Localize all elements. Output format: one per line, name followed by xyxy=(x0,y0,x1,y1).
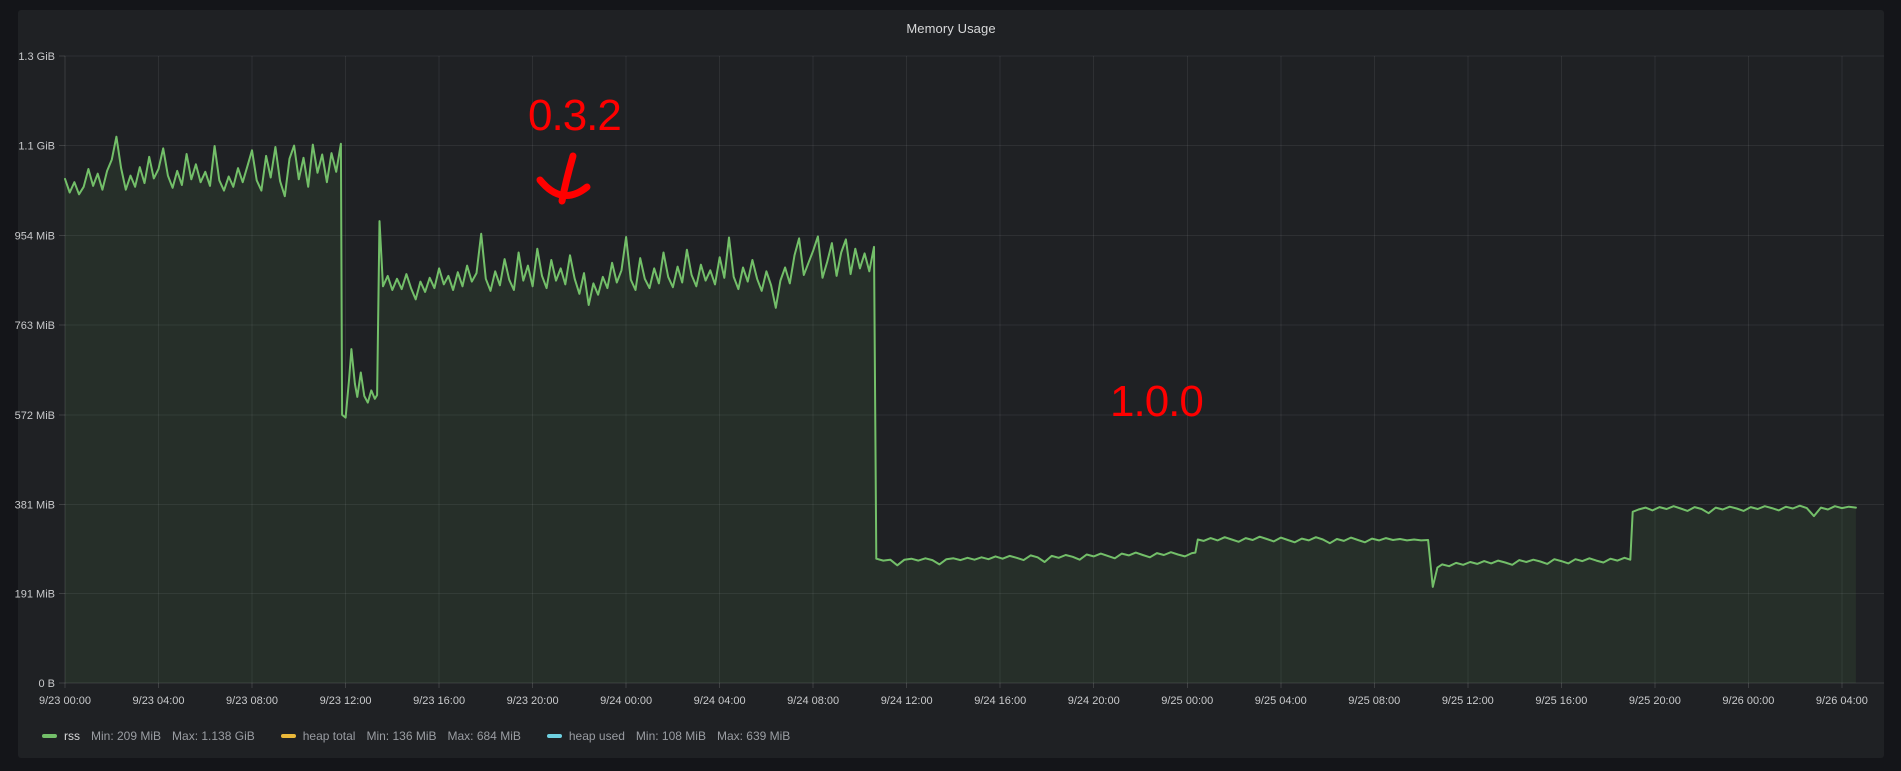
x-axis-label: 9/26 00:00 xyxy=(1722,695,1774,707)
annotation-0-3-2: 0.3.2 xyxy=(528,94,621,138)
memory-usage-chart[interactable]: 0 B 191 MiB 381 MiB 572 MiB 763 MiB 954 MiB 1.… xyxy=(0,0,1901,771)
y-axis-label: 1.3 GiB xyxy=(18,51,55,63)
x-axis-label: 9/23 20:00 xyxy=(507,695,559,707)
x-axis-label: 9/25 08:00 xyxy=(1348,695,1400,707)
y-axis-label: 1.1 GiB xyxy=(18,141,55,153)
x-axis-label: 9/25 04:00 xyxy=(1255,695,1307,707)
x-axis-label: 9/25 20:00 xyxy=(1629,695,1681,707)
y-axis-label: 0 B xyxy=(38,678,55,690)
x-axis-label: 9/24 00:00 xyxy=(600,695,652,707)
y-axis-label: 381 MiB xyxy=(15,499,55,511)
x-axis-label: 9/26 04:00 xyxy=(1816,695,1868,707)
x-axis-label: 9/24 04:00 xyxy=(694,695,746,707)
x-axis-label: 9/23 12:00 xyxy=(320,695,372,707)
x-axis-label: 9/24 12:00 xyxy=(881,695,933,707)
x-axis-label: 9/25 00:00 xyxy=(1161,695,1213,707)
x-axis-label: 9/24 20:00 xyxy=(1068,695,1120,707)
y-axis-label: 572 MiB xyxy=(15,410,55,422)
x-axis-label: 9/23 04:00 xyxy=(133,695,185,707)
x-axis-label: 9/24 16:00 xyxy=(974,695,1026,707)
x-axis-label: 9/23 16:00 xyxy=(413,695,465,707)
x-axis-label: 9/23 08:00 xyxy=(226,695,278,707)
x-axis-label: 9/23 00:00 xyxy=(39,695,91,707)
x-axis-label: 9/25 16:00 xyxy=(1535,695,1587,707)
x-axis-label: 9/25 12:00 xyxy=(1442,695,1494,707)
y-axis-label: 191 MiB xyxy=(15,588,55,600)
annotation-1-0-0: 1.0.0 xyxy=(1110,380,1203,424)
rss-area-fill xyxy=(65,137,1856,683)
x-axis-label: 9/24 08:00 xyxy=(787,695,839,707)
y-axis-label: 763 MiB xyxy=(15,320,55,332)
grafana-dashboard: Memory Usage rss Min: 209 MiB Max: 1.138… xyxy=(0,0,1901,771)
y-axis-label: 954 MiB xyxy=(15,231,55,243)
